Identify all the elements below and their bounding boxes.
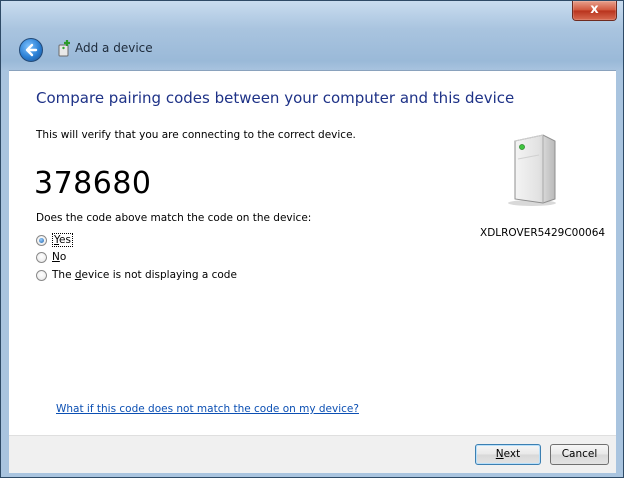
device-tower-icon — [508, 134, 556, 206]
add-device-window: x Add a device Compare pairing codes bet… — [0, 0, 624, 478]
radio-option-no-code[interactable]: The device is not displaying a code — [36, 269, 237, 281]
button-bar: Next Cancel — [9, 435, 616, 473]
radio-label-yes[interactable]: Yes — [52, 233, 73, 247]
back-arrow-icon — [25, 43, 38, 57]
cancel-button[interactable]: Cancel — [550, 444, 609, 465]
radio-button-yes[interactable] — [36, 234, 47, 246]
radio-label-no[interactable]: No — [52, 251, 66, 263]
radio-option-yes[interactable]: Yes — [36, 233, 73, 247]
next-button[interactable]: Next — [475, 444, 541, 465]
pairing-code: 378680 — [34, 166, 152, 201]
radio-label-no-code[interactable]: The device is not displaying a code — [52, 269, 237, 281]
help-link[interactable]: What if this code does not match the cod… — [56, 403, 359, 415]
content-area: Compare pairing codes between your compu… — [9, 70, 616, 435]
page-heading: Compare pairing codes between your compu… — [36, 89, 515, 107]
window-title: Add a device — [75, 41, 153, 55]
radio-option-no[interactable]: No — [36, 251, 66, 263]
close-button[interactable]: x — [572, 1, 617, 21]
device-name: XDLROVER5429C00064 — [480, 227, 606, 239]
title-bar: x Add a device — [1, 1, 623, 71]
back-button[interactable] — [19, 38, 43, 62]
radio-button-no-code[interactable] — [36, 269, 47, 281]
instruction-text: This will verify that you are connecting… — [36, 129, 356, 141]
bluetooth-device-icon — [58, 40, 70, 57]
radio-button-no[interactable] — [36, 251, 47, 263]
match-question: Does the code above match the code on th… — [36, 212, 312, 224]
